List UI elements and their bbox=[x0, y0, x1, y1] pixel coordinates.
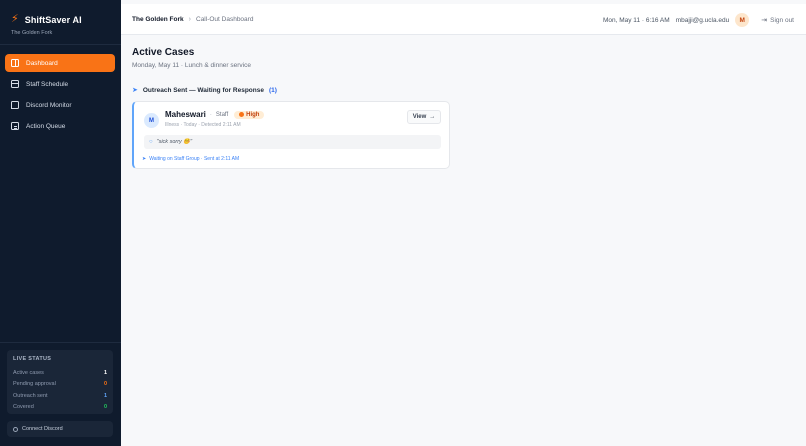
staff-role: Staff bbox=[215, 111, 229, 118]
avatar[interactable]: M bbox=[735, 13, 750, 27]
live-status-row: Outreach sent 1 bbox=[13, 390, 107, 402]
dashboard-icon bbox=[11, 59, 19, 67]
page-title: Active Cases bbox=[132, 47, 195, 58]
sidebar-item-label: Action Queue bbox=[26, 122, 66, 130]
live-status-title: LIVE STATUS bbox=[13, 356, 52, 362]
message-icon: ○ bbox=[149, 139, 153, 145]
sidebar-item-label: Dashboard bbox=[26, 59, 58, 67]
brand: ⚡ ShiftSaver AI bbox=[11, 14, 82, 25]
sidebar-nav: Dashboard Staff Schedule Discord Monitor… bbox=[5, 54, 115, 138]
live-status-label: Pending approval bbox=[13, 381, 56, 388]
case-card-header: Maheswari · Staff High bbox=[165, 110, 265, 119]
waiting-text: Waiting on Staff Group · Sent at 2:11 AM bbox=[149, 156, 240, 162]
clipboard-icon bbox=[11, 122, 19, 130]
top-bar: The Golden Fork › Call-Out Dashboard Mon… bbox=[121, 4, 806, 35]
case-meta: Illness · Today · Detected 2:11 AM bbox=[165, 122, 241, 128]
current-datetime: Mon, May 11 · 6:16 AM bbox=[602, 16, 670, 24]
staff-avatar: M bbox=[144, 113, 159, 128]
sidebar-item-dashboard[interactable]: Dashboard bbox=[5, 54, 115, 72]
connect-discord-button[interactable]: Connect Discord bbox=[7, 421, 113, 437]
live-status-row: Pending approval 0 bbox=[13, 379, 107, 391]
sidebar-item-label: Discord Monitor bbox=[26, 101, 72, 109]
connect-discord-label: Connect Discord bbox=[22, 426, 63, 432]
priority-dot-icon bbox=[239, 112, 245, 117]
view-button[interactable]: View → bbox=[407, 110, 441, 124]
sidebar: ⚡ ShiftSaver AI The Golden Fork Dashboar… bbox=[0, 0, 121, 446]
live-status-label: Active cases bbox=[13, 369, 44, 376]
priority-label: High bbox=[246, 111, 260, 118]
sidebar-bottom-divider bbox=[0, 342, 121, 343]
sidebar-item-action-queue[interactable]: Action Queue bbox=[5, 117, 115, 135]
live-status-row: Active cases 1 bbox=[13, 367, 107, 379]
live-status-label: Covered bbox=[13, 404, 34, 411]
section-count: (1) bbox=[268, 86, 277, 94]
live-status-value: 1 bbox=[103, 392, 107, 399]
chat-icon bbox=[11, 101, 19, 109]
app-root: ⚡ ShiftSaver AI The Golden Fork Dashboar… bbox=[0, 0, 806, 446]
calendar-icon bbox=[11, 80, 19, 88]
breadcrumb-page: Call-Out Dashboard bbox=[196, 16, 254, 23]
live-status-label: Outreach sent bbox=[13, 392, 48, 399]
separator-dot: · bbox=[209, 111, 212, 118]
message-text: "sick sorry 🤒" bbox=[156, 139, 193, 145]
top-right-group: Mon, May 11 · 6:16 AM mbajji@g.ucla.edu … bbox=[603, 13, 794, 27]
org-name: The Golden Fork bbox=[11, 30, 53, 36]
section-label: Outreach Sent — Waiting for Response bbox=[142, 86, 264, 94]
breadcrumb: The Golden Fork › Call-Out Dashboard bbox=[132, 16, 253, 23]
main-content: The Golden Fork › Call-Out Dashboard Mon… bbox=[121, 0, 806, 446]
waiting-status: ➤ Waiting on Staff Group · Sent at 2:11 … bbox=[142, 156, 239, 162]
sidebar-divider bbox=[0, 44, 121, 45]
lightning-bolt-icon: ⚡ bbox=[11, 13, 19, 25]
staff-name: Maheswari bbox=[165, 110, 206, 119]
send-icon: ➤ bbox=[142, 156, 147, 162]
message-quote: ○ "sick sorry 🤒" bbox=[144, 135, 441, 149]
send-icon: ➤ bbox=[132, 87, 138, 94]
breadcrumb-org[interactable]: The Golden Fork bbox=[132, 16, 184, 23]
link-icon bbox=[13, 426, 18, 432]
view-label: View bbox=[412, 114, 427, 120]
sign-out-button[interactable]: ⇥ Sign out bbox=[761, 16, 794, 25]
live-status-value: 0 bbox=[103, 381, 107, 388]
priority-badge: High bbox=[234, 110, 265, 119]
live-status-value: 1 bbox=[103, 369, 107, 376]
user-email: mbajji@g.ucla.edu bbox=[675, 16, 730, 24]
page-subtitle: Monday, May 11 · Lunch & dinner service bbox=[132, 62, 251, 69]
sidebar-item-staff-schedule[interactable]: Staff Schedule bbox=[5, 75, 115, 93]
sidebar-item-label: Staff Schedule bbox=[26, 80, 69, 88]
sign-out-icon: ⇥ bbox=[761, 17, 768, 24]
section-header: ➤ Outreach Sent — Waiting for Response (… bbox=[132, 86, 277, 95]
live-status-row: Covered 0 bbox=[13, 402, 107, 414]
sidebar-item-discord-monitor[interactable]: Discord Monitor bbox=[5, 96, 115, 114]
arrow-right-icon: → bbox=[429, 114, 436, 120]
sign-out-label: Sign out bbox=[770, 16, 794, 24]
brand-name: ShiftSaver AI bbox=[24, 14, 82, 25]
case-card[interactable]: M Maheswari · Staff High Illness · Today… bbox=[132, 101, 450, 169]
live-status-panel: LIVE STATUS Active cases 1 Pending appro… bbox=[7, 350, 113, 414]
live-status-value: 0 bbox=[103, 404, 107, 411]
chevron-right-icon: › bbox=[188, 16, 191, 23]
